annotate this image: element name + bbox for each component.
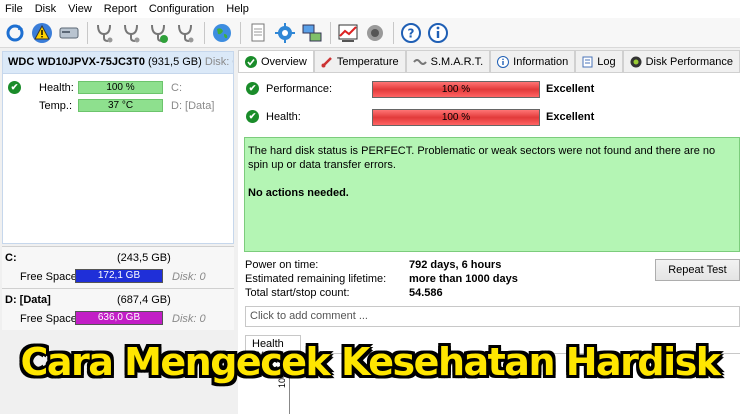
startstop-row: Total start/stop count: 54.586 (245, 287, 645, 302)
health-row: ✔ Health: 100 % Excellent (238, 107, 740, 127)
check-icon: ✔ (246, 110, 259, 123)
status-text: The hard disk status is PERFECT. Problem… (248, 145, 716, 171)
lifetime-row: Estimated remaining lifetime: more than … (245, 273, 645, 288)
partition-d[interactable]: D: [Data] (687,4 GB) Free Space 636,0 GB… (2, 288, 234, 330)
menu-file[interactable]: File (0, 0, 30, 18)
menu-view[interactable]: View (63, 0, 99, 18)
globe-icon[interactable] (210, 21, 234, 45)
performance-status: Excellent (546, 83, 595, 95)
tab-label: Overview (261, 56, 307, 68)
tab-disk-performance[interactable]: Disk Performance (622, 50, 740, 72)
tab-label: Information (513, 55, 569, 68)
refresh-icon[interactable] (3, 21, 27, 45)
disk-health-row: ✔ Health: 100 % C: (3, 80, 233, 96)
disk-temp-row: Temp.: 37 °C D: [Data] (3, 98, 233, 114)
menu-bar: File Disk View Report Configuration Help (0, 0, 740, 18)
startstop-value: 54.586 (409, 287, 443, 299)
check-icon: ✔ (246, 82, 259, 95)
tab-label: Log (597, 55, 616, 68)
menu-configuration[interactable]: Configuration (144, 0, 221, 18)
disk-name: WDC WD10JPVX-75JC3T0 (8, 56, 145, 68)
tab-temperature[interactable]: Temperature (313, 50, 406, 72)
chart-icon[interactable] (336, 21, 360, 45)
tab-label: Temperature (336, 55, 399, 68)
warning-icon[interactable] (30, 21, 54, 45)
partition-name: C: (5, 252, 17, 264)
stethoscope-icon[interactable] (174, 21, 198, 45)
svg-text:?: ? (408, 26, 415, 40)
document-icon[interactable] (246, 21, 270, 45)
performance-row: ✔ Performance: 100 % Excellent (238, 79, 740, 99)
check-icon: ✔ (8, 81, 21, 94)
partition-name: D: [Data] (5, 294, 51, 306)
toolbar: ? (0, 18, 740, 48)
check-icon (245, 56, 257, 68)
menu-disk[interactable]: Disk (30, 0, 63, 18)
partition-disk: Disk: 0 (172, 271, 206, 283)
health-bar: 100 % (78, 81, 163, 94)
health-bar: 100 % (372, 109, 540, 126)
tab-smart[interactable]: S.M.A.R.T. (405, 50, 491, 72)
health-status: Excellent (546, 111, 595, 123)
log-icon (582, 56, 593, 68)
health-label: Health: (266, 111, 301, 123)
stethoscope-icon[interactable] (93, 21, 117, 45)
speaker-icon[interactable] (363, 21, 387, 45)
toolbar-separator (393, 21, 394, 44)
health-label: Health: (39, 82, 74, 94)
toolbar-separator (240, 21, 241, 44)
temp-label: Temp.: (39, 100, 73, 112)
tab-label: S.M.A.R.T. (430, 55, 484, 68)
menu-report[interactable]: Report (99, 0, 144, 18)
performance-label: Performance: (266, 83, 333, 95)
tab-label: Disk Performance (645, 55, 733, 68)
status-message-box: The hard disk status is PERFECT. Problem… (244, 137, 740, 252)
tab-information[interactable]: Information (490, 50, 576, 72)
drive-icon[interactable] (57, 21, 81, 45)
performance-icon (630, 56, 642, 68)
startstop-label: Total start/stop count: (245, 287, 350, 299)
disk-card[interactable]: WDC WD10JPVX-75JC3T0 (931,5 GB) Disk: 0 … (2, 51, 234, 244)
toolbar-separator (330, 21, 331, 44)
partition-disk: Disk: 0 (172, 313, 206, 325)
actions-text: No actions needed. (248, 187, 349, 199)
drive-letter-c: C: (171, 82, 182, 94)
info-icon (497, 55, 510, 68)
partition-size: (243,5 GB) (117, 252, 171, 264)
smart-icon (412, 57, 427, 67)
partition-size: (687,4 GB) (117, 294, 171, 306)
drive-letter-d: D: [Data] (171, 100, 215, 112)
power-on-row: Power on time: 792 days, 6 hours (245, 259, 645, 274)
temp-bar: 37 °C (78, 99, 163, 112)
stethoscope-green-icon[interactable] (147, 21, 171, 45)
performance-bar: 100 % (372, 81, 540, 98)
free-space-label: Free Space (20, 271, 77, 283)
thermometer-icon (321, 56, 333, 68)
free-space-bar: 636,0 GB (75, 311, 163, 325)
toolbar-separator (87, 21, 88, 44)
power-on-label: Power on time: (245, 259, 319, 271)
tab-overview[interactable]: Overview (238, 50, 314, 73)
disk-header: WDC WD10JPVX-75JC3T0 (931,5 GB) Disk: 0 (3, 52, 233, 74)
info-icon[interactable] (426, 21, 450, 45)
partition-c[interactable]: C: (243,5 GB) Free Space 172,1 GB Disk: … (2, 246, 234, 288)
network-icon[interactable] (300, 21, 324, 45)
lifetime-value: more than 1000 days (409, 273, 518, 285)
tab-bar: Overview Temperature S.M.A.R.T. Informat… (238, 50, 740, 73)
caption-overlay: Cara Mengecek Kesehatan Hardisk (20, 340, 721, 384)
toolbar-separator (204, 21, 205, 44)
help-icon[interactable]: ? (399, 21, 423, 45)
comment-input[interactable]: Click to add comment ... (245, 306, 740, 327)
power-on-value: 792 days, 6 hours (409, 259, 502, 271)
menu-help[interactable]: Help (221, 0, 256, 18)
free-space-label: Free Space (20, 313, 77, 325)
free-space-bar: 172,1 GB (75, 269, 163, 283)
disk-label: Disk: 0 (204, 56, 233, 68)
tab-log[interactable]: Log (575, 50, 623, 72)
gear-icon[interactable] (273, 21, 297, 45)
stethoscope-icon[interactable] (120, 21, 144, 45)
repeat-test-button[interactable]: Repeat Test (655, 259, 740, 281)
lifetime-label: Estimated remaining lifetime: (245, 273, 387, 285)
disk-capacity: (931,5 GB) (148, 56, 202, 68)
